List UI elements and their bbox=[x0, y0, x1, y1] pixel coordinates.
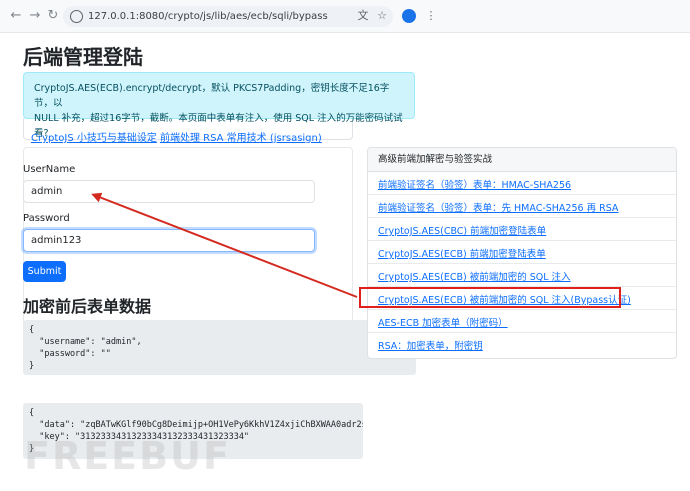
arrow-line bbox=[91, 192, 358, 298]
freebuf-watermark: FREEBUF bbox=[24, 434, 231, 478]
annotation-arrow bbox=[91, 192, 358, 298]
